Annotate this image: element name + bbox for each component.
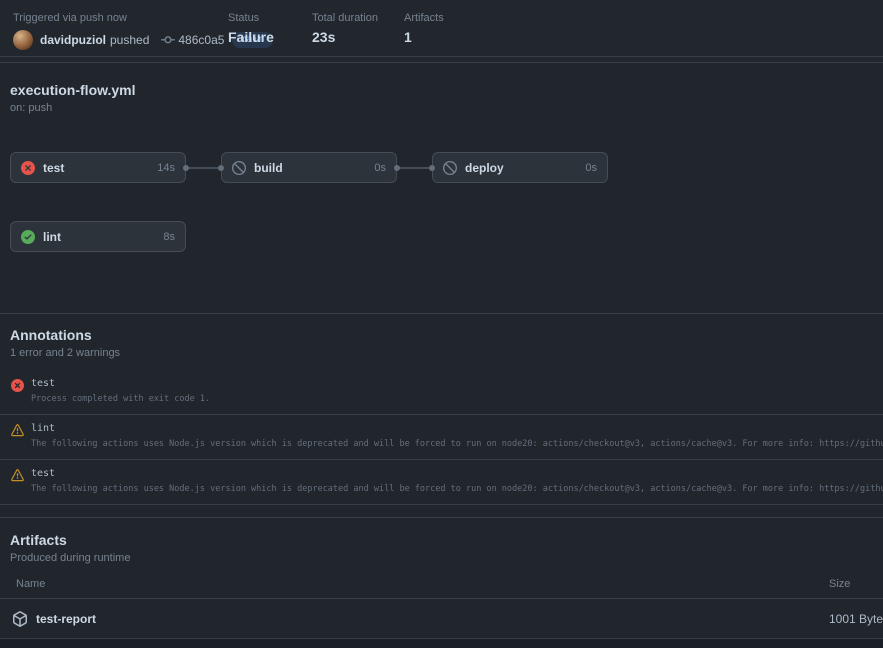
artifacts-count: 1 [404, 29, 444, 45]
job-connector [397, 167, 432, 169]
alert-triangle-icon [11, 424, 24, 437]
artifacts-table-header: Name Size [0, 578, 883, 599]
job-card-build[interactable]: build 0s [221, 152, 397, 183]
artifacts-stat: Artifacts 1 [404, 12, 444, 45]
annotation-error-test[interactable]: test Process completed with exit code 1. [0, 370, 883, 415]
annotation-message: Process completed with exit code 1. [31, 394, 883, 404]
x-circle-fill-icon [21, 161, 35, 175]
skip-icon [232, 161, 246, 175]
alert-triangle-icon [11, 469, 24, 482]
annotations-subtitle: 1 error and 2 warnings [10, 347, 873, 359]
artifact-row[interactable]: test-report 1001 Bytes [0, 599, 883, 639]
annotation-job-name: test [31, 468, 883, 479]
page-footer [0, 639, 883, 648]
job-duration: 0s [374, 162, 386, 174]
job-card-deploy[interactable]: deploy 0s [432, 152, 608, 183]
job-card-lint[interactable]: lint 8s [10, 221, 186, 252]
name-column-header: Name [16, 578, 829, 590]
run-content: execution-flow.yml on: push test 14s bui… [0, 63, 883, 639]
job-graph: test 14s build 0s deploy 0 [10, 152, 873, 252]
annotation-message: The following actions uses Node.js versi… [31, 484, 883, 494]
workflow-graph-section: execution-flow.yml on: push test 14s bui… [0, 63, 883, 314]
annotation-job-name: lint [31, 423, 883, 434]
job-name: lint [43, 230, 163, 244]
job-duration: 0s [585, 162, 597, 174]
commit-link[interactable]: 486c0a5 [178, 33, 224, 47]
annotation-job-name: test [31, 378, 883, 389]
duration-label: Total duration [312, 12, 378, 24]
artifacts-section: Artifacts Produced during runtime Name S… [0, 517, 883, 639]
status-label: Status [228, 12, 274, 24]
workflow-file-title: execution-flow.yml [10, 82, 873, 98]
duration-stat: Total duration 23s [312, 12, 378, 45]
job-duration: 14s [157, 162, 175, 174]
artifacts-subtitle: Produced during runtime [10, 552, 873, 564]
artifacts-title: Artifacts [10, 532, 873, 548]
annotation-list: test Process completed with exit code 1.… [0, 370, 883, 505]
x-circle-fill-icon [11, 379, 24, 392]
annotations-title: Annotations [10, 327, 873, 343]
status-stat: Status Failure [228, 12, 274, 45]
job-name: build [254, 161, 374, 175]
annotation-message: The following actions uses Node.js versi… [31, 439, 883, 449]
git-commit-icon [161, 33, 175, 47]
artifacts-table: Name Size test-report 1001 Bytes [0, 578, 883, 639]
triggered-label: Triggered via push now [13, 12, 883, 24]
artifacts-label: Artifacts [404, 12, 444, 24]
job-card-test[interactable]: test 14s [10, 152, 186, 183]
package-icon [12, 611, 28, 627]
artifact-name[interactable]: test-report [36, 612, 829, 626]
action-text: pushed [110, 33, 149, 47]
annotation-warning-test[interactable]: test The following actions uses Node.js … [0, 460, 883, 505]
size-column-header: Size [829, 578, 883, 590]
duration-value: 23s [312, 29, 378, 45]
actor-name[interactable]: davidpuziol [40, 33, 106, 47]
run-summary-header: Triggered via push now davidpuziol pushe… [0, 0, 883, 57]
job-name: test [43, 161, 157, 175]
artifact-size: 1001 Bytes [829, 612, 883, 626]
avatar[interactable] [13, 30, 33, 50]
trigger-info: Triggered via push now davidpuziol pushe… [13, 12, 883, 50]
annotation-warning-lint[interactable]: lint The following actions uses Node.js … [0, 415, 883, 460]
annotations-section: Annotations 1 error and 2 warnings test … [0, 314, 883, 517]
job-connector [186, 167, 221, 169]
job-name: deploy [465, 161, 585, 175]
status-value: Failure [228, 29, 274, 45]
check-circle-fill-icon [21, 230, 35, 244]
workflow-trigger: on: push [10, 102, 873, 114]
job-duration: 8s [163, 231, 175, 243]
skip-icon [443, 161, 457, 175]
